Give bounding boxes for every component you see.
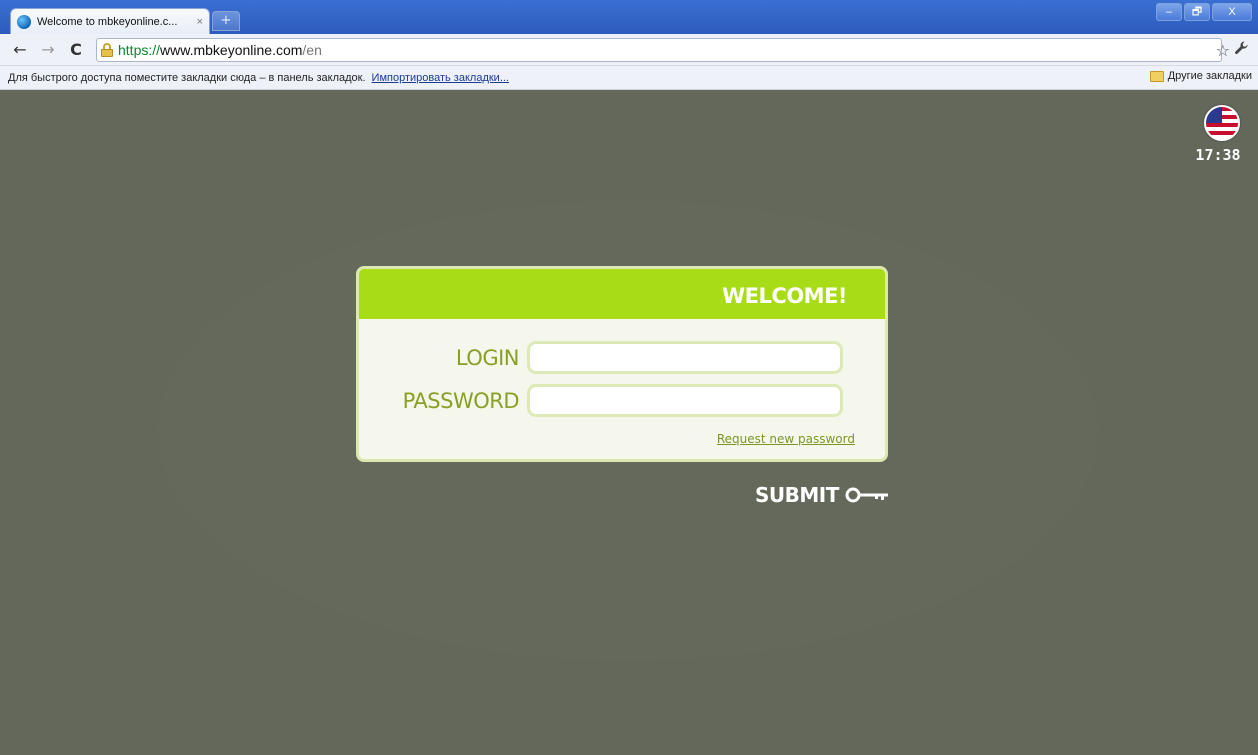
login-row: LOGIN [359,341,843,374]
password-input[interactable] [527,384,843,417]
bookmarks-bar: Для быстрого доступа поместите закладки … [0,66,1258,90]
us-flag-icon[interactable] [1204,105,1240,141]
folder-icon [1149,70,1164,82]
wrench-menu-icon[interactable] [1234,40,1250,60]
bookmarks-hint: Для быстрого доступа поместите закладки … [8,71,366,84]
restore-button[interactable]: 🗗 [1184,3,1210,21]
bookmark-star-icon[interactable]: ☆ [1216,41,1230,60]
page-content: 17:38 WELCOME! LOGIN PASSWORD Request ne… [8,91,1250,755]
url-host: www.mbkeyonline.com [160,42,303,58]
tab-close-icon[interactable]: × [197,16,203,28]
key-icon [845,487,888,503]
login-label: LOGIN [455,345,520,370]
tab-title: Welcome to mbkeyonline.c... [37,15,178,28]
close-window-button[interactable]: X [1212,3,1252,21]
lock-icon [101,43,113,57]
browser-tab[interactable]: Welcome to mbkeyonline.c... × [10,8,210,34]
login-panel: WELCOME! LOGIN PASSWORD Request new pass… [356,266,888,462]
site-favicon-icon [17,14,31,29]
other-bookmarks-label: Другие закладки [1167,70,1252,82]
forward-button[interactable]: → [38,40,58,60]
address-bar[interactable]: https://www.mbkeyonline.com/en [96,38,1222,62]
login-input[interactable] [527,341,843,374]
import-bookmarks-link[interactable]: Импортировать закладки... [372,72,509,84]
request-password-link[interactable]: Request new password [717,432,855,446]
browser-toolbar: ← → C https://www.mbkeyonline.com/en ☆ [0,34,1258,66]
window-controls: – 🗗 X [1154,3,1252,21]
password-row: PASSWORD [359,384,843,417]
submit-label: SUBMIT [755,483,839,507]
url-path: /en [302,42,322,58]
other-bookmarks-button[interactable]: Другие закладки [1149,70,1252,82]
minimize-button[interactable]: – [1156,3,1182,21]
welcome-title: WELCOME! [359,269,885,319]
title-bar: Welcome to mbkeyonline.c... × + – 🗗 X [0,0,1258,34]
clock: 17:38 [1195,146,1241,164]
reload-button[interactable]: C [66,40,86,60]
password-label: PASSWORD [402,388,520,413]
new-tab-button[interactable]: + [212,11,240,31]
submit-button[interactable]: SUBMIT [755,483,891,507]
back-button[interactable]: ← [10,40,30,60]
url-scheme: https:// [118,42,161,58]
